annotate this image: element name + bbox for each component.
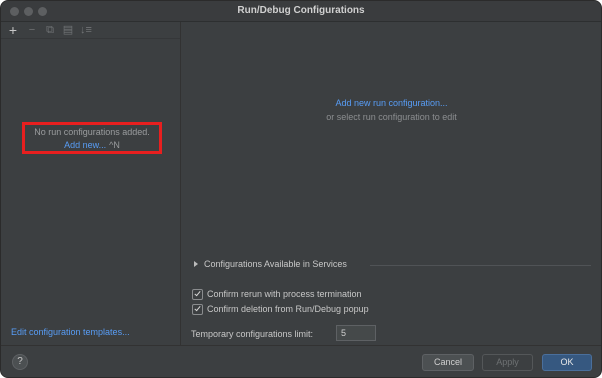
temporary-limit-input[interactable] <box>336 325 376 341</box>
title-bar: Run/Debug Configurations <box>1 1 601 22</box>
ok-button[interactable]: OK <box>542 354 592 371</box>
add-icon[interactable]: + <box>7 23 19 37</box>
run-debug-dialog: Run/Debug Configurations + − ⧉ ▤ ↓≡ No r… <box>0 0 602 378</box>
section-divider <box>370 265 591 266</box>
configuration-details-panel: Add new run configuration... or select r… <box>182 22 601 345</box>
add-new-row: Add new... ^N <box>25 140 159 150</box>
add-run-configuration-link[interactable]: Add new run configuration... <box>182 98 601 108</box>
remove-icon[interactable]: − <box>26 24 38 36</box>
help-icon[interactable]: ? <box>12 354 28 370</box>
apply-button[interactable]: Apply <box>482 354 533 371</box>
add-new-shortcut: ^N <box>109 140 120 150</box>
services-section-toggle[interactable]: Configurations Available in Services <box>192 259 591 271</box>
copy-icon[interactable]: ⧉ <box>44 24 56 36</box>
confirm-rerun-checkbox[interactable] <box>192 289 203 300</box>
window-title: Run/Debug Configurations <box>237 5 365 16</box>
confirm-delete-checkbox[interactable] <box>192 304 203 315</box>
temporary-limit-label: Temporary configurations limit: <box>191 329 314 339</box>
confirm-delete-label: Confirm deletion from Run/Debug popup <box>207 304 369 314</box>
folder-icon[interactable]: ▤ <box>62 24 74 36</box>
add-new-link[interactable]: Add new... <box>64 140 106 150</box>
dialog-footer: ? Cancel Apply OK <box>1 345 601 377</box>
edit-templates-link[interactable]: Edit configuration templates... <box>11 327 130 337</box>
empty-state-text: No run configurations added. <box>34 127 150 137</box>
empty-state-highlight: No run configurations added. Add new... ^… <box>22 122 162 154</box>
services-section-label: Configurations Available in Services <box>204 259 347 269</box>
tree-toolbar: + − ⧉ ▤ ↓≡ <box>1 22 180 39</box>
expand-triangle-icon <box>194 261 198 267</box>
configurations-tree-panel: + − ⧉ ▤ ↓≡ No run configurations added. … <box>1 22 181 345</box>
sort-icon[interactable]: ↓≡ <box>80 24 92 36</box>
select-configuration-hint: or select run configuration to edit <box>326 112 457 122</box>
cancel-button[interactable]: Cancel <box>422 354 474 371</box>
confirm-rerun-label: Confirm rerun with process termination <box>207 289 362 299</box>
